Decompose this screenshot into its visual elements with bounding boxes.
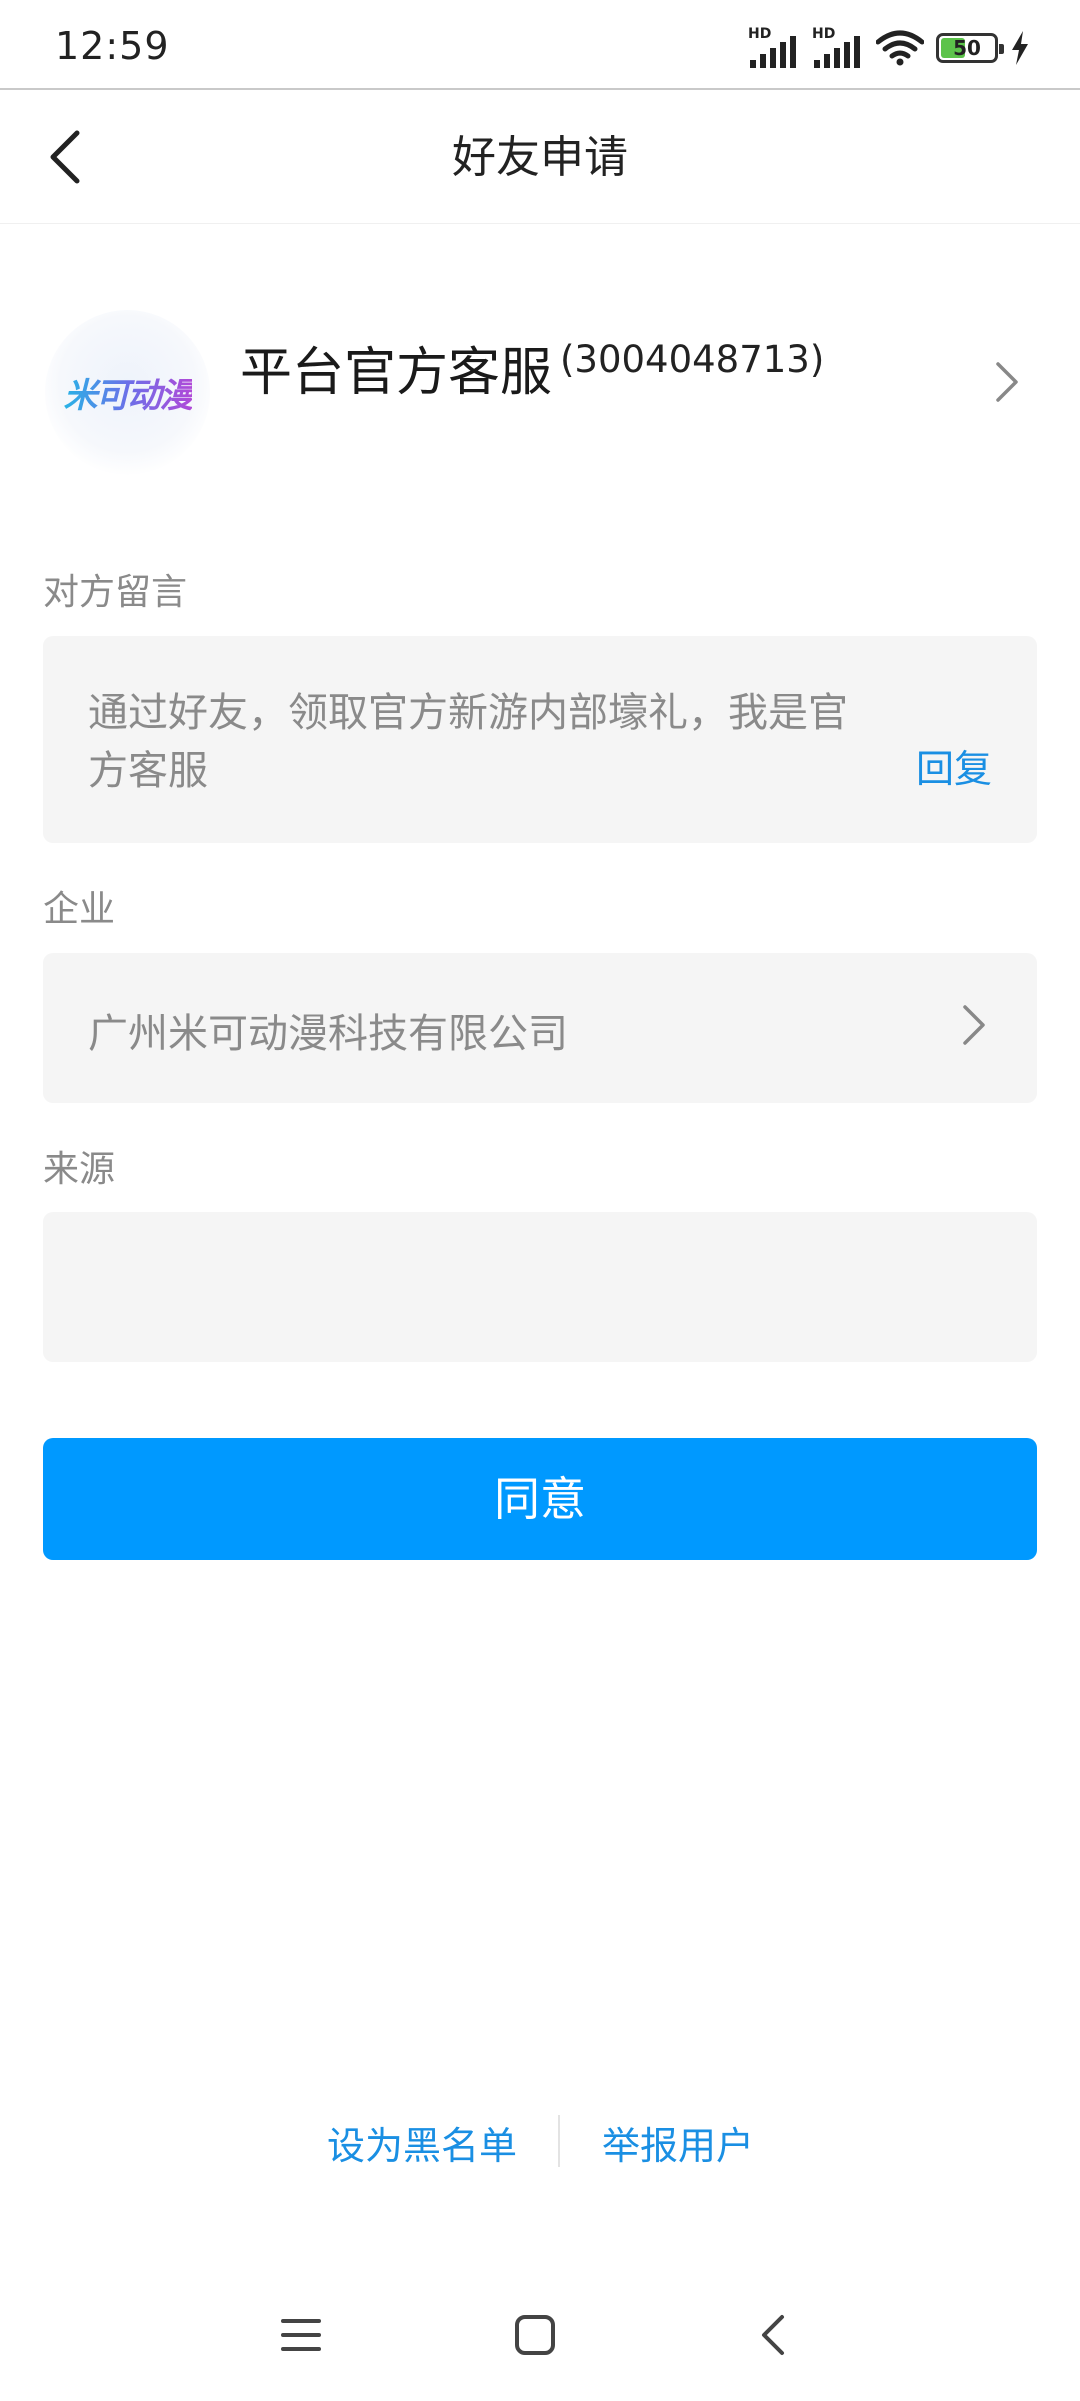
profile-name: 平台官方客服 <box>240 343 553 403</box>
home-button[interactable] <box>500 2300 570 2370</box>
home-square-icon <box>515 2315 555 2355</box>
status-bar: 12:59 HD HD 50 <box>0 0 1080 90</box>
battery-icon: 50 <box>936 33 1004 63</box>
reply-link[interactable]: 回复 <box>916 738 992 793</box>
nav-bar: 好友申请 <box>0 92 1080 224</box>
charging-bolt-icon <box>1012 31 1028 65</box>
message-label: 对方留言 <box>43 572 188 613</box>
bottom-links: 设为黑名单 举报用户 <box>0 2110 1080 2180</box>
page-title: 好友申请 <box>452 132 628 183</box>
report-user-link[interactable]: 举报用户 <box>602 2115 754 2170</box>
avatar-logo-text: 米可动漫 <box>64 368 194 417</box>
profile-row[interactable]: 米可动漫 平台官方客服 (3004048713) <box>0 290 1080 480</box>
company-chevron-right-icon <box>963 1005 985 1045</box>
cellular-signal-icon-2: HD <box>812 26 864 68</box>
message-text: 通过好友，领取官方新游内部壕礼，我是官方客服 <box>88 690 848 794</box>
friend-request-screen: 12:59 HD HD 50 好友申请 米可动漫 平台官方客服 (3004048… <box>0 0 1080 2401</box>
source-box <box>43 1212 1037 1362</box>
status-icons: HD HD 50 <box>748 26 1030 68</box>
status-time: 12:59 <box>55 24 170 68</box>
company-label: 企业 <box>43 889 116 930</box>
chevron-right-icon <box>996 362 1018 402</box>
source-label: 来源 <box>43 1149 116 1190</box>
link-divider <box>558 2115 560 2167</box>
avatar[interactable]: 米可动漫 <box>45 310 210 475</box>
battery-level: 50 <box>953 36 981 60</box>
message-box: 通过好友，领取官方新游内部壕礼，我是官方客服 回复 <box>43 636 1037 843</box>
cellular-signal-icon: HD <box>748 26 800 68</box>
company-name: 广州米可动漫科技有限公司 <box>88 1011 568 1057</box>
menu-icon <box>281 2319 321 2351</box>
company-row[interactable]: 广州米可动漫科技有限公司 <box>43 953 1037 1103</box>
blacklist-link[interactable]: 设为黑名单 <box>327 2115 517 2170</box>
chevron-left-icon <box>50 130 80 184</box>
agree-button[interactable]: 同意 <box>43 1438 1037 1560</box>
back-triangle-icon <box>762 2315 784 2355</box>
wifi-icon <box>876 30 924 66</box>
back-button[interactable] <box>30 122 100 192</box>
recents-button[interactable] <box>266 2300 336 2370</box>
system-back-button[interactable] <box>738 2300 808 2370</box>
profile-id: (3004048713) <box>560 338 825 381</box>
system-nav-bar <box>0 2280 1080 2390</box>
